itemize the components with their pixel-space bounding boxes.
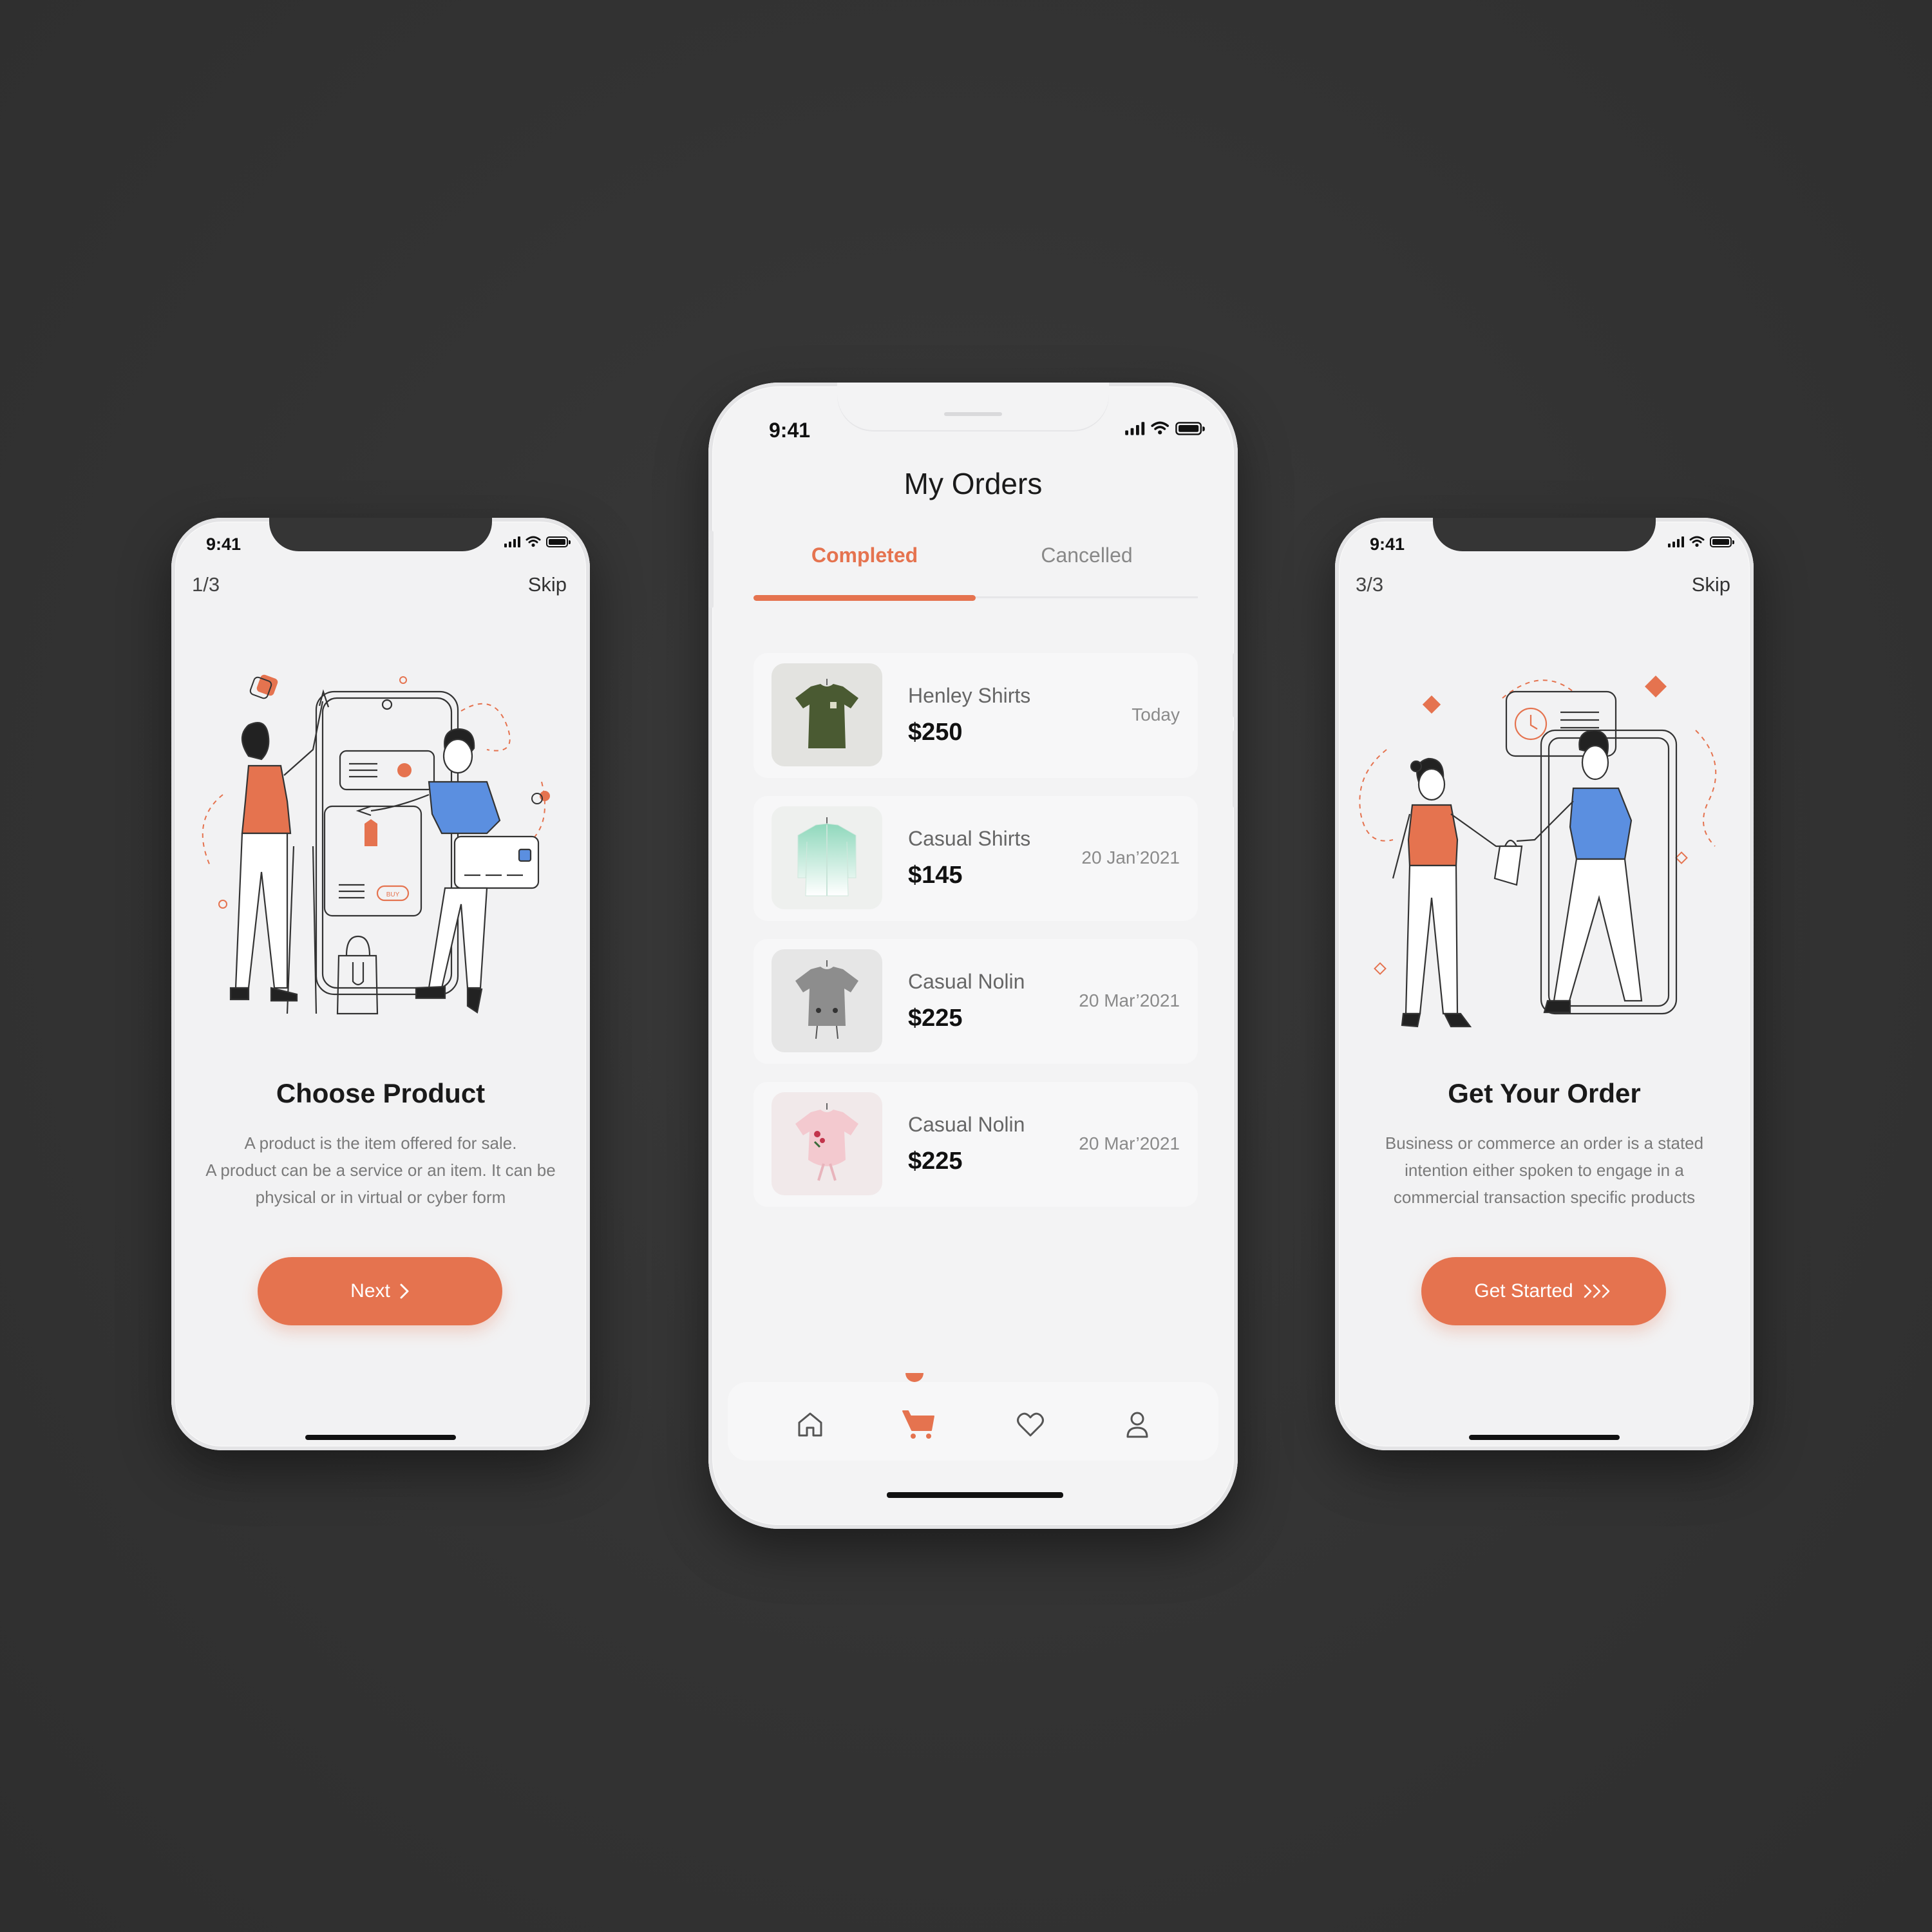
onboarding-description: Business or commerce an order is a state…: [1354, 1130, 1734, 1211]
triple-chevron-right-icon: [1584, 1284, 1610, 1298]
active-nav-marker: [905, 1373, 923, 1382]
status-icons: [1125, 421, 1205, 435]
product-thumbnail: [772, 663, 882, 766]
nav-home[interactable]: [791, 1405, 829, 1444]
order-item[interactable]: Casual Nolin $225 20 Mar’2021: [753, 1082, 1198, 1207]
tab-cancelled[interactable]: Cancelled: [976, 544, 1198, 567]
status-time: 9:41: [769, 419, 811, 442]
shirt-icon: [797, 817, 857, 896]
product-thumbnail: [772, 949, 882, 1052]
choose-product-illustration: BUY: [202, 674, 550, 1015]
home-icon: [798, 1412, 822, 1437]
tab-active-indicator: [753, 595, 976, 601]
description-line: A product can be a service or an item. I…: [205, 1160, 556, 1180]
status-time: 9:41: [1370, 535, 1405, 554]
home-indicator: [305, 1435, 456, 1440]
description-line: physical or in virtual or cyber form: [255, 1188, 506, 1207]
battery-icon: [1175, 421, 1205, 435]
signal-icon: [504, 536, 520, 547]
heart-icon: [1017, 1412, 1044, 1437]
description-line: A product is the item offered for sale.: [244, 1133, 517, 1153]
order-price: $225: [908, 1148, 963, 1175]
onboarding-title: Choose Product: [276, 1078, 486, 1108]
order-tabs: Completed Cancelled: [753, 544, 1198, 574]
profile-icon: [1126, 1412, 1148, 1438]
side-button: [1233, 730, 1238, 808]
home-indicator: [887, 1492, 1063, 1498]
order-name: Henley Shirts: [908, 684, 1031, 707]
onboarding-screen-1: 9:41 1/3 Skip BUY Choose Product A produ…: [171, 518, 590, 1450]
notch: [837, 383, 1109, 431]
bottom-nav: [728, 1382, 1218, 1461]
product-thumbnail: [772, 1092, 882, 1195]
onboarding-screen-3: 9:41 3/3 Skip Get Your Order Business or…: [1335, 518, 1754, 1450]
order-date: 20 Jan’2021: [1081, 848, 1180, 867]
wifi-icon: [526, 536, 541, 547]
status-icons: [1668, 536, 1734, 547]
order-name: Casual Nolin: [908, 970, 1025, 993]
notch: [1433, 518, 1656, 551]
home-indicator: [1469, 1435, 1620, 1440]
status-icons: [504, 536, 571, 547]
order-date: Today: [1132, 705, 1180, 724]
wifi-icon: [1151, 421, 1170, 435]
side-button: [708, 531, 714, 608]
cart-icon: [902, 1410, 934, 1439]
get-started-button[interactable]: Get Started: [1421, 1257, 1666, 1325]
shirt-icon: [795, 679, 858, 748]
next-button-label: Next: [350, 1280, 390, 1302]
signal-icon: [1125, 421, 1145, 435]
speaker: [944, 412, 1002, 416]
battery-icon: [546, 536, 571, 547]
product-thumbnail: [772, 806, 882, 909]
order-name: Casual Nolin: [908, 1113, 1025, 1136]
shirt-icon: [795, 1103, 858, 1181]
order-price: $250: [908, 719, 963, 746]
page-indicator: 3/3: [1356, 573, 1384, 596]
onboarding-description: A product is the item offered for sale. …: [191, 1130, 571, 1211]
get-started-label: Get Started: [1474, 1280, 1573, 1302]
skip-button[interactable]: Skip: [1692, 573, 1730, 596]
nav-profile[interactable]: [1118, 1405, 1157, 1444]
next-button[interactable]: Next: [258, 1257, 502, 1325]
order-date: 20 Mar’2021: [1079, 990, 1180, 1010]
description-line: commercial transaction specific products: [1393, 1188, 1696, 1207]
svg-text:BUY: BUY: [386, 891, 400, 898]
tab-completed[interactable]: Completed: [753, 544, 976, 567]
wifi-icon: [1689, 536, 1705, 547]
side-button: [1233, 653, 1238, 717]
order-date: 20 Mar’2021: [1079, 1133, 1180, 1153]
order-item[interactable]: Casual Nolin $225 20 Mar’2021: [753, 939, 1198, 1064]
my-orders-screen: 9:41 My Orders Completed Cancelled Henle…: [708, 383, 1238, 1529]
order-price: $225: [908, 1005, 963, 1032]
order-item[interactable]: Casual Shirts $145 20 Jan’2021: [753, 796, 1198, 921]
order-price: $145: [908, 862, 963, 889]
page-title: My Orders: [904, 467, 1043, 500]
description-line: Business or commerce an order is a state…: [1385, 1133, 1704, 1153]
description-line: intention either spoken to engage in a: [1405, 1160, 1684, 1180]
notch: [269, 518, 492, 551]
order-item[interactable]: Henley Shirts $250 Today: [753, 653, 1198, 778]
nav-favorites[interactable]: [1011, 1405, 1050, 1444]
status-time: 9:41: [206, 535, 242, 554]
get-order-illustration: [1359, 676, 1717, 1028]
battery-icon: [1710, 536, 1734, 547]
onboarding-title: Get Your Order: [1448, 1078, 1641, 1108]
signal-icon: [1668, 536, 1684, 547]
shirt-icon: [795, 960, 858, 1039]
order-name: Casual Shirts: [908, 827, 1031, 850]
page-indicator: 1/3: [192, 573, 220, 596]
skip-button[interactable]: Skip: [528, 573, 567, 596]
chevron-right-icon: [400, 1283, 409, 1299]
nav-cart[interactable]: [899, 1405, 938, 1444]
